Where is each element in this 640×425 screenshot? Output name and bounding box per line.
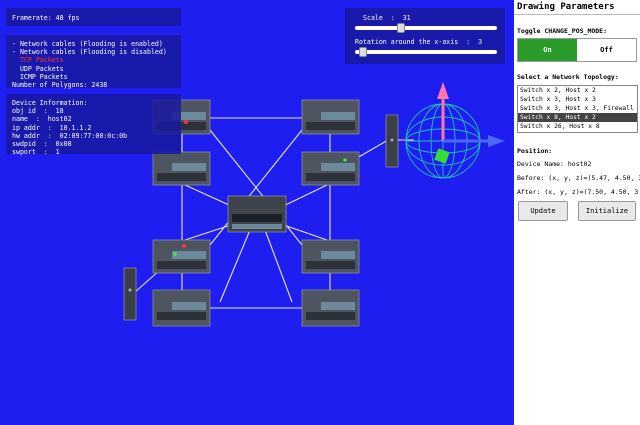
switch-node[interactable] xyxy=(152,289,211,327)
topology-option[interactable]: Switch x 3, Host x 3 xyxy=(518,95,637,104)
scale-slider[interactable] xyxy=(355,23,497,34)
udp-packet xyxy=(343,158,347,162)
initialize-button[interactable]: Initialize xyxy=(578,201,636,221)
scale-label: Scale : 31 xyxy=(363,14,411,22)
scale-slider-thumb[interactable] xyxy=(397,23,405,34)
switch-node[interactable] xyxy=(152,151,211,186)
device-hw-addr: hw addr : 02:09:77:00:0c:0b xyxy=(12,131,128,140)
udp-packet xyxy=(173,252,177,256)
device-info-title: Device Information: xyxy=(12,99,88,107)
toggle-off-button[interactable]: Off xyxy=(577,39,636,61)
update-button[interactable]: Update xyxy=(518,201,568,221)
position-label: Position: xyxy=(517,147,553,155)
x-axis-arrow-icon[interactable] xyxy=(488,135,505,147)
core-switch-node[interactable] xyxy=(227,195,287,233)
framerate-text: Framerate: 48 fps xyxy=(12,14,80,22)
z-axis-cube-icon[interactable] xyxy=(434,148,450,164)
device-swdpid: swdpid : 0x08 xyxy=(12,140,72,149)
before-position-text: Before: (x, y, z)=(5.47, 4.50, 3.80) xyxy=(517,174,640,182)
device-name: name : host02 xyxy=(12,115,72,124)
framerate-panel: Framerate: 48 fps xyxy=(6,8,181,26)
switch-node[interactable] xyxy=(152,239,211,274)
toggle-label: Toggle CHANGE_POS_MODE: xyxy=(517,27,608,35)
switch-node[interactable] xyxy=(301,99,360,135)
legend-icmp: ICMP Packets xyxy=(12,72,68,81)
device-ip-addr: ip addr : 10.1.1.2 xyxy=(12,123,92,132)
switch-node[interactable] xyxy=(301,151,360,186)
legend-tcp: TCP Packets xyxy=(12,56,64,65)
device-name-text: Device Name: host02 xyxy=(517,160,592,168)
change-pos-mode-toggle[interactable]: On Off xyxy=(517,38,637,62)
topology-listbox[interactable]: Switch x 2, Host x 2 Switch x 3, Host x … xyxy=(517,85,638,133)
view-controls-panel: Scale : 31 Rotation around the x-axis : … xyxy=(345,8,505,64)
rotation-slider[interactable] xyxy=(355,47,497,58)
legend-flooding-disabled: - Network cables (Flooding is disabled) xyxy=(12,48,167,57)
drawing-parameters-sidebar: Drawing Parameters Toggle CHANGE_POS_MOD… xyxy=(514,0,640,425)
topology-option[interactable]: Switch x 26, Host x 8 xyxy=(518,122,637,131)
y-axis-arrow-icon[interactable] xyxy=(437,82,449,99)
polygon-count: Number of Polygons: 2438 xyxy=(12,81,108,90)
device-swport: swport : 1 xyxy=(12,148,60,157)
topology-option[interactable]: Switch x 2, Host x 2 xyxy=(518,86,637,95)
legend-udp: UDP Packets xyxy=(12,64,64,73)
toggle-on-button[interactable]: On xyxy=(518,39,577,61)
device-obj-id: obj id : 18 xyxy=(12,107,64,116)
topology-label: Select a Network Topology: xyxy=(517,73,619,81)
host-node[interactable] xyxy=(385,114,399,168)
tcp-packet xyxy=(184,120,188,124)
device-info-panel: Device Information: obj id : 18 name : h… xyxy=(6,94,181,157)
tcp-packet xyxy=(182,244,186,248)
rotation-slider-thumb[interactable] xyxy=(359,47,367,58)
sidebar-title: Drawing Parameters xyxy=(514,0,640,15)
3d-viewport[interactable]: Framerate: 48 fps - Network cables (Floo… xyxy=(0,0,514,425)
topology-option-selected[interactable]: Switch x 8, Host x 2 xyxy=(518,113,637,122)
after-position-text: After: (x, y, z)=(7.50, 4.50, 3.80) xyxy=(517,188,640,196)
topology-option[interactable]: Switch x 3, Host x 3, Firewall x 1 xyxy=(518,104,637,113)
host-node[interactable] xyxy=(123,267,137,321)
position-gizmo[interactable] xyxy=(405,82,505,179)
legend-flooding-enabled: - Network cables (Flooding is enabled) xyxy=(12,40,163,48)
legend-panel: - Network cables (Flooding is enabled) -… xyxy=(6,35,181,90)
switch-node[interactable] xyxy=(301,289,360,327)
switch-node[interactable] xyxy=(301,239,360,274)
